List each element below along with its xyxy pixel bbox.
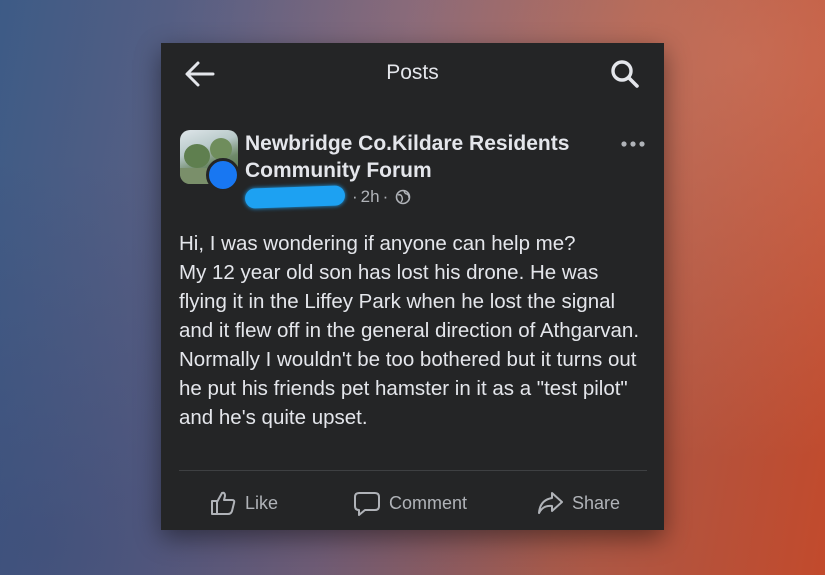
share-button[interactable]: Share	[536, 489, 620, 517]
share-icon	[538, 492, 563, 514]
post-screen: Posts Newbridge Co.Kildare Residents Com…	[161, 43, 664, 530]
group-avatar[interactable]	[180, 130, 240, 192]
post-time[interactable]: 2h	[361, 187, 380, 206]
divider	[179, 470, 647, 471]
post-meta: · 2h ·	[349, 187, 411, 207]
comment-button[interactable]: Comment	[353, 489, 467, 517]
group-name-link[interactable]: Newbridge Co.Kildare Residents Community…	[245, 130, 605, 184]
comment-icon	[354, 492, 380, 516]
redacted-author-name	[244, 185, 346, 209]
share-label: Share	[572, 492, 621, 513]
top-bar: Posts	[161, 43, 664, 107]
thumbs-up-icon	[211, 491, 236, 515]
more-horizontal-icon	[621, 141, 645, 147]
search-icon	[611, 60, 639, 88]
globe-icon	[395, 189, 411, 205]
comment-label: Comment	[389, 492, 468, 513]
post-body: Hi, I was wondering if anyone can help m…	[179, 232, 640, 429]
page-title: Posts	[386, 61, 439, 84]
more-options-button[interactable]	[616, 135, 650, 153]
search-button[interactable]	[609, 58, 641, 90]
like-button[interactable]: Like	[209, 489, 278, 517]
user-avatar	[206, 158, 240, 192]
like-label: Like	[245, 492, 279, 513]
